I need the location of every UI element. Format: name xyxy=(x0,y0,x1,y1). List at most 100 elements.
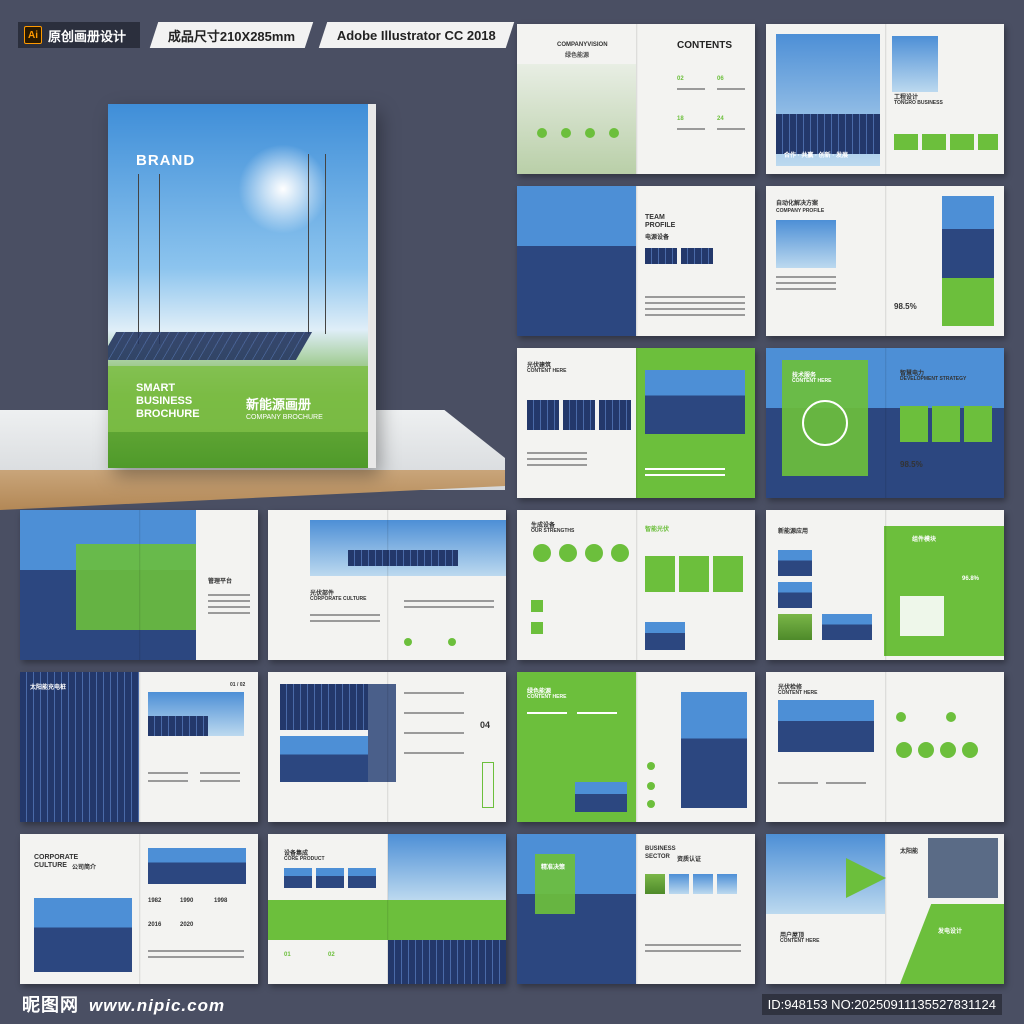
business-title: BUSINESS xyxy=(645,846,676,852)
stat-card xyxy=(932,406,960,442)
thumb-photo xyxy=(645,622,685,650)
cover-left-text: SMART BUSINESS BROCHURE xyxy=(136,382,200,421)
stat-percentage: 96.8% xyxy=(962,576,980,582)
page-number: 01 / 02 xyxy=(230,682,246,688)
green-overlay xyxy=(76,544,196,630)
solar-photo xyxy=(280,684,370,730)
text-line xyxy=(148,956,244,958)
icon-box xyxy=(894,134,918,150)
thumb-photo xyxy=(599,400,631,430)
business-cn: 资质认证 xyxy=(677,857,702,863)
text-line xyxy=(208,600,250,602)
stat-card xyxy=(964,406,992,442)
process-ring xyxy=(802,400,848,446)
spread-team: TEAM PROFILE 电源设备 xyxy=(517,186,755,336)
icon-box xyxy=(922,134,946,150)
thumb-photo xyxy=(778,614,812,640)
circle-icon xyxy=(609,128,619,138)
text-line xyxy=(148,772,188,774)
thumb-photo xyxy=(822,614,872,640)
section-subtitle: TONGRO BUSINESS xyxy=(894,100,943,106)
spread-culture: CORPORATE CULTURE 公司简介 1982 1990 1998 20… xyxy=(20,834,258,984)
text-line xyxy=(200,772,240,774)
text-line xyxy=(645,314,745,316)
year-label: 2020 xyxy=(180,922,194,928)
illustrator-icon: Ai xyxy=(24,26,42,44)
feature-icon xyxy=(585,544,603,562)
year-label: 1982 xyxy=(148,898,162,904)
solar-closeup-photo xyxy=(20,672,139,822)
stat-card xyxy=(645,556,675,592)
spread-development: 04 xyxy=(268,672,506,822)
thumb-photo xyxy=(348,868,376,888)
section-subtitle: CORE PRODUCT xyxy=(284,856,325,862)
text-line xyxy=(677,128,705,130)
stat-card xyxy=(679,556,709,592)
power-tower-icon xyxy=(308,154,326,334)
software-tag-label: Adobe Illustrator CC 2018 xyxy=(337,27,497,43)
image-id: ID:948153 NO:20250911135527831124 xyxy=(761,993,1002,1015)
engineer-photo xyxy=(928,838,998,898)
stat-card xyxy=(900,406,928,442)
text-line xyxy=(148,950,244,952)
cover-brand: BRAND xyxy=(136,152,196,169)
section-title: 太阳能 xyxy=(900,849,919,855)
spread-charging: 太阳能充电桩 01 / 02 xyxy=(20,672,258,822)
solar-panel-photo xyxy=(34,898,132,972)
display-table-edge xyxy=(0,470,505,510)
contents-num: 02 xyxy=(677,76,684,82)
thumb-photo xyxy=(316,868,344,888)
section-subtitle: CORPORATE CULTURE xyxy=(310,596,367,602)
spread-solar-roof: 用户屋顶 CONTENT HERE 太阳能 发电设计 xyxy=(766,834,1004,984)
roof-solar xyxy=(348,550,458,566)
spread-automation: 自动化解决方案 COMPANY PROFILE 98.5% xyxy=(766,186,1004,336)
text-line xyxy=(310,614,380,616)
decor-pattern xyxy=(482,762,494,808)
business-title: SECTOR xyxy=(645,854,670,860)
bullet-icon xyxy=(404,638,412,646)
thumb-photo xyxy=(575,782,627,812)
feature-icon xyxy=(946,712,956,722)
footer: 昵图网 www.nipic.com ID:948153 NO:2025091113… xyxy=(0,984,1024,1024)
text-line xyxy=(645,468,725,470)
text-line xyxy=(717,88,745,90)
solar-field-photo xyxy=(280,736,370,782)
turbine-photo xyxy=(942,196,994,278)
spread-pv-building: 光伏建筑 CONTENT HERE xyxy=(517,348,755,498)
turbine-photo xyxy=(892,36,938,92)
team-title: PROFILE xyxy=(645,222,676,229)
spread-business: 精准决策 BUSINESS SECTOR 资质认证 xyxy=(517,834,755,984)
tower-photo xyxy=(388,834,506,900)
photo-circle xyxy=(918,742,934,758)
culture-title: CULTURE xyxy=(34,862,67,869)
text-line xyxy=(404,732,464,734)
spread-pv-parts: 光伏部件 CORPORATE CULTURE xyxy=(268,510,506,660)
cover-title: 新能源画册 xyxy=(246,397,312,412)
icon-box xyxy=(950,134,974,150)
thumb-photo xyxy=(681,248,713,264)
spread-contents: COMPANYVISION 绿色能源 CONTENTS 02 06 18 24 xyxy=(517,24,755,174)
text-line xyxy=(645,302,745,304)
text-line xyxy=(527,452,587,454)
thumb-photo xyxy=(778,582,812,608)
text-line xyxy=(577,712,617,714)
section-title: 组件模块 xyxy=(912,537,937,543)
text-line xyxy=(404,692,464,694)
text-line xyxy=(404,606,494,608)
cover-subtitle: COMPANY BROCHURE xyxy=(246,414,323,421)
tower-photo xyxy=(776,220,836,268)
circle-icon xyxy=(537,128,547,138)
text-line xyxy=(776,282,836,284)
section-subtitle: DEVELOPMENT STRATEGY xyxy=(900,376,967,382)
bullet-icon xyxy=(647,782,655,790)
step-number: 01 xyxy=(284,952,291,958)
vision-title: COMPANYVISION xyxy=(557,42,608,48)
vision-cn: 绿色能源 xyxy=(565,53,590,59)
icon-box xyxy=(531,622,543,634)
landscape-photo xyxy=(517,64,636,174)
watermark-url: www.nipic.com xyxy=(89,996,226,1015)
spread-engineering: 合作 · 共赢 · 创新 · 发展 工程设计 TONGRO BUSINESS xyxy=(766,24,1004,174)
icon-box xyxy=(978,134,998,150)
text-line xyxy=(717,128,745,130)
circle-icon xyxy=(561,128,571,138)
